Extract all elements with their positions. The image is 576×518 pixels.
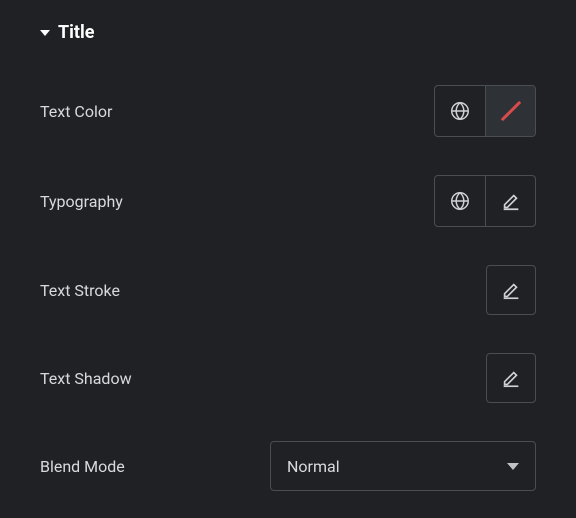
chevron-down-icon — [507, 463, 519, 470]
edit-typography-button[interactable] — [485, 176, 535, 226]
blend-mode-control: Normal — [270, 441, 536, 491]
edit-text-shadow-button[interactable] — [486, 353, 536, 403]
no-color-icon — [496, 96, 526, 126]
global-typography-button[interactable] — [435, 176, 485, 226]
pencil-icon — [500, 367, 522, 389]
label-text-stroke: Text Stroke — [40, 281, 120, 300]
row-blend-mode: Blend Mode Normal — [20, 441, 556, 491]
section-header[interactable]: Title — [40, 22, 556, 43]
controls-text-color — [434, 85, 536, 137]
blend-mode-value: Normal — [287, 457, 340, 476]
row-typography: Typography — [20, 175, 556, 227]
controls-text-shadow — [486, 353, 536, 403]
label-typography: Typography — [40, 192, 123, 211]
section-title: Title — [58, 22, 95, 43]
controls-typography — [434, 175, 536, 227]
caret-down-icon — [40, 30, 50, 36]
edit-text-stroke-button[interactable] — [486, 265, 536, 315]
typography-group — [434, 175, 536, 227]
label-blend-mode: Blend Mode — [40, 457, 125, 476]
text-color-group — [434, 85, 536, 137]
row-text-shadow: Text Shadow — [20, 353, 556, 403]
label-text-color: Text Color — [40, 102, 112, 121]
pencil-icon — [500, 279, 522, 301]
row-text-stroke: Text Stroke — [20, 265, 556, 315]
label-text-shadow: Text Shadow — [40, 369, 132, 388]
pencil-icon — [500, 190, 522, 212]
blend-mode-select[interactable]: Normal — [270, 441, 536, 491]
global-color-button[interactable] — [435, 86, 485, 136]
globe-icon — [449, 100, 471, 122]
globe-icon — [449, 190, 471, 212]
row-text-color: Text Color — [20, 85, 556, 137]
color-swatch-button[interactable] — [485, 86, 535, 136]
controls-text-stroke — [486, 265, 536, 315]
